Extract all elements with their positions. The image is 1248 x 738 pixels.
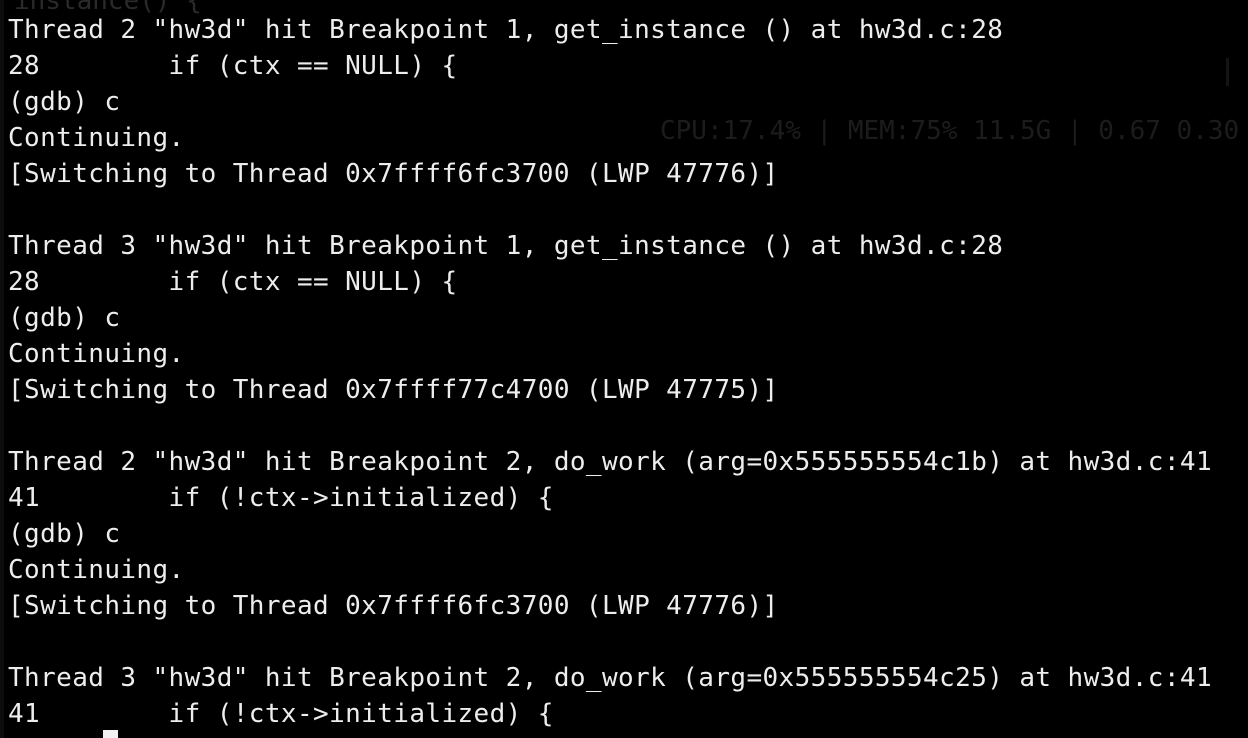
output-line-gdb-command: (gdb) c: [8, 519, 121, 549]
output-line-source: 28 if (ctx == NULL) {: [8, 51, 458, 81]
window-left-edge: [0, 0, 4, 738]
output-line-source: 41 if (!ctx->initialized) {: [8, 699, 554, 729]
output-line-thread-switch: [Switching to Thread 0x7ffff6fc3700 (LWP…: [8, 159, 779, 189]
output-line-blank: [8, 192, 1212, 228]
output-line-blank: [8, 624, 1212, 660]
output-line-thread-hit: Thread 2 "hw3d" hit Breakpoint 1, get_in…: [8, 15, 1004, 45]
output-line-gdb-command: (gdb) c: [8, 303, 121, 333]
output-line-gdb-command: (gdb) c: [8, 87, 121, 117]
output-line-continuing: Continuing.: [8, 339, 185, 369]
gdb-output: Thread 2 "hw3d" hit Breakpoint 1, get_in…: [8, 12, 1212, 732]
output-line-thread-switch: [Switching to Thread 0x7ffff6fc3700 (LWP…: [8, 591, 779, 621]
terminal-window[interactable]: instance() { CPU:17.4% | MEM:75% 11.5G |…: [0, 0, 1248, 738]
output-line-source: 41 if (!ctx->initialized) {: [8, 483, 554, 513]
output-line-blank: [8, 408, 1212, 444]
ghost-scroll-mark: [1226, 58, 1229, 86]
output-line-thread-hit: Thread 3 "hw3d" hit Breakpoint 2, do_wor…: [8, 663, 1212, 693]
output-line-continuing: Continuing.: [8, 555, 185, 585]
output-line-thread-switch: [Switching to Thread 0x7ffff77c4700 (LWP…: [8, 375, 779, 405]
output-line-continuing: Continuing.: [8, 123, 185, 153]
output-line-thread-hit: Thread 2 "hw3d" hit Breakpoint 2, do_wor…: [8, 447, 1212, 477]
output-line-thread-hit: Thread 3 "hw3d" hit Breakpoint 1, get_in…: [8, 231, 1004, 261]
text-cursor[interactable]: [103, 730, 118, 738]
output-line-source: 28 if (ctx == NULL) {: [8, 267, 458, 297]
